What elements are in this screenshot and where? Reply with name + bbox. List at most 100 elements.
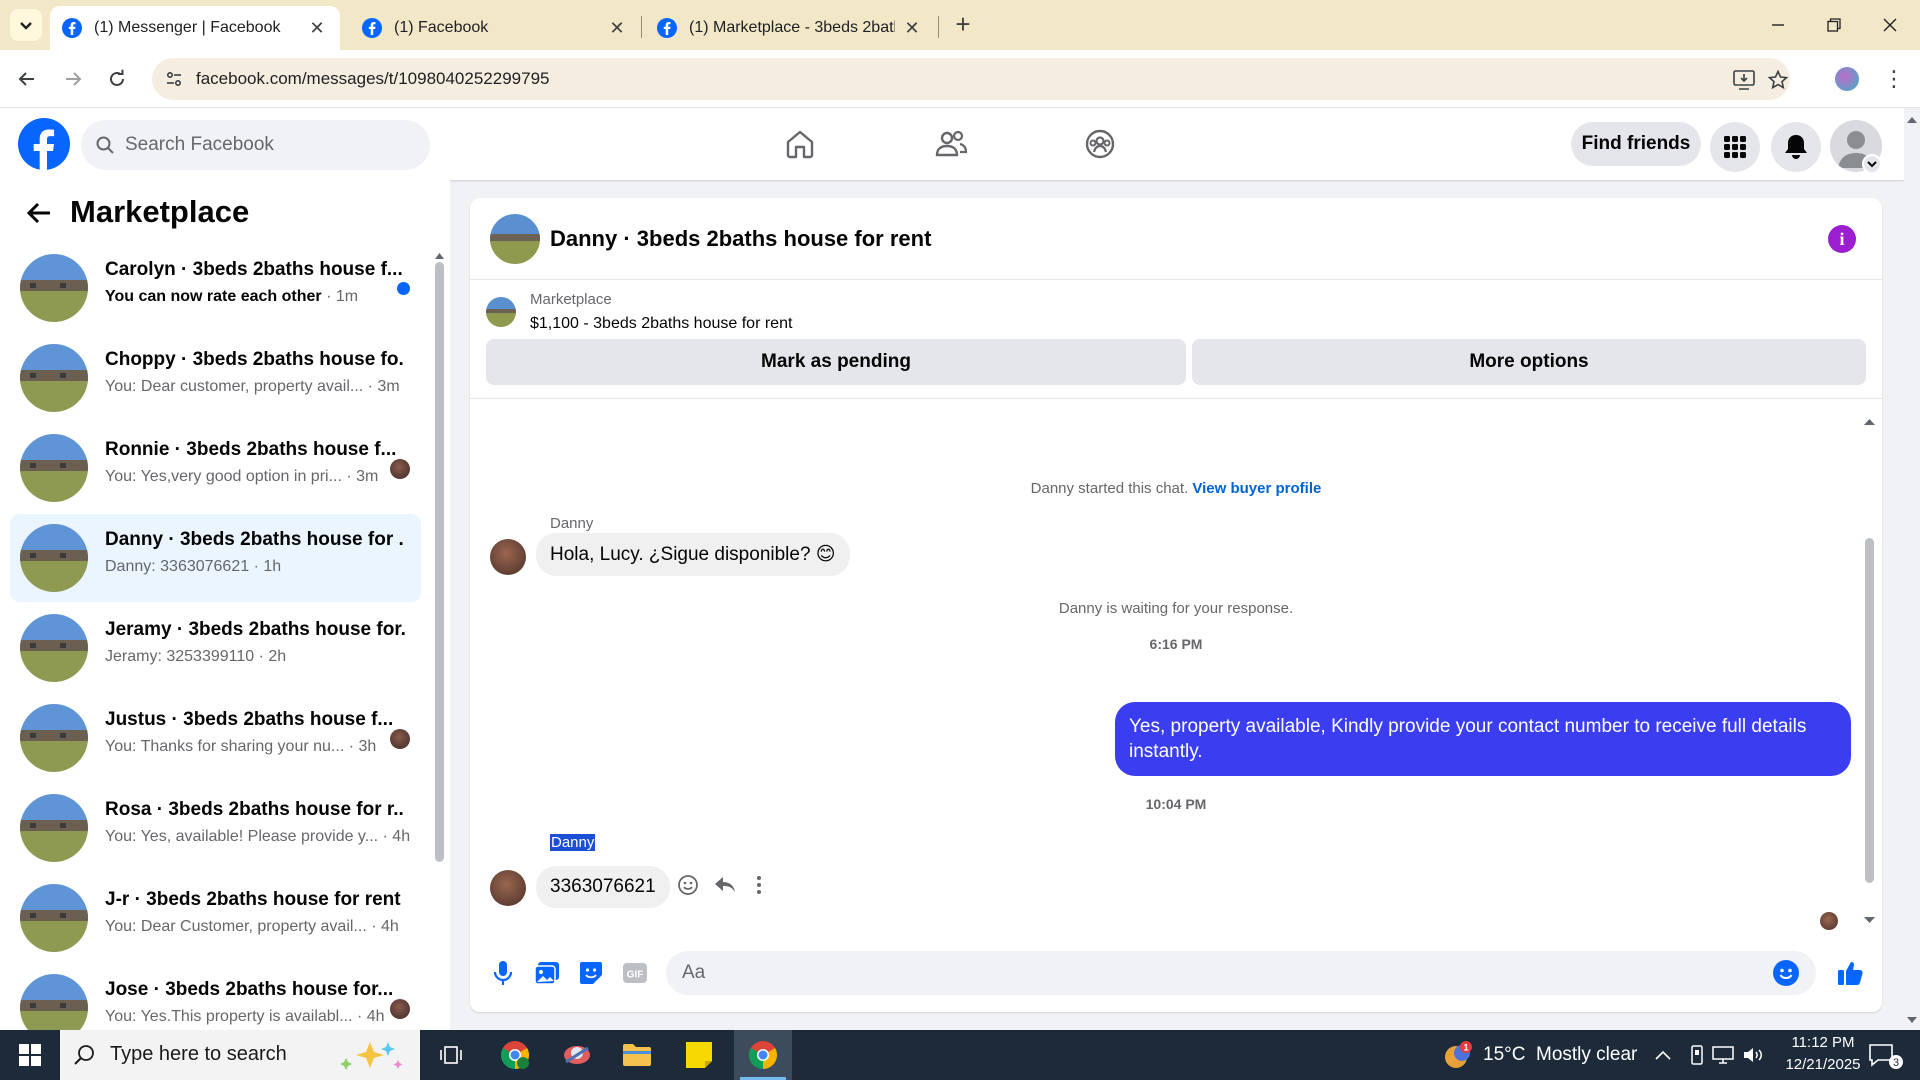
incoming-message[interactable]: 3363076621 (536, 866, 670, 908)
conversation-row[interactable]: Justus · 3beds 2baths house f... You: Tha… (10, 694, 421, 782)
conversation-row[interactable]: Danny · 3beds 2baths house for ... Danny:… (10, 514, 421, 602)
more-options-button[interactable]: More options (1192, 339, 1866, 385)
back-button[interactable] (12, 64, 42, 94)
bookmark-star-icon[interactable] (1766, 68, 1790, 92)
facebook-search[interactable] (81, 120, 430, 170)
scrollbar-thumb[interactable] (435, 262, 444, 862)
page-scrollbar[interactable] (1904, 108, 1920, 1030)
gif-icon[interactable]: GIF (620, 958, 650, 988)
taskbar-file-explorer[interactable] (608, 1030, 666, 1080)
reply-icon[interactable] (712, 872, 738, 898)
conversation-row[interactable]: Jeramy · 3beds 2baths house for... Jeramy… (10, 604, 421, 692)
site-settings-icon[interactable] (164, 69, 184, 89)
weather-icon[interactable]: 1 (1442, 1039, 1474, 1071)
install-app-icon[interactable] (1732, 68, 1756, 92)
nav-groups[interactable] (1078, 122, 1122, 166)
chat-title[interactable]: Danny · 3beds 2baths house for rent (550, 226, 931, 252)
conversation-row[interactable]: Choppy · 3beds 2baths house fo... You: De… (10, 334, 421, 422)
arrow-left-icon[interactable] (24, 198, 54, 228)
restore-icon (1827, 18, 1841, 32)
voice-clip-icon[interactable] (488, 958, 518, 988)
taskbar-search[interactable]: Type here to search (60, 1030, 420, 1080)
new-tab-button[interactable]: + (950, 11, 976, 38)
clock-date[interactable]: 12/21/2025 (1773, 1056, 1873, 1073)
weather-text[interactable]: 15°C Mostly clear (1483, 1044, 1637, 1066)
message-input-wrap[interactable] (666, 951, 1816, 995)
address-bar[interactable]: facebook.com/messages/t/1098040252299795 (152, 58, 1790, 100)
listing-thumbnail[interactable] (490, 214, 540, 264)
network-icon[interactable] (1712, 1044, 1734, 1066)
chrome-menu-icon[interactable]: ⋮ (1883, 66, 1905, 92)
chevron-down-icon (1867, 161, 1877, 168)
more-actions-icon[interactable] (746, 872, 772, 898)
react-icon[interactable] (675, 872, 701, 898)
reload-button[interactable] (102, 64, 132, 94)
message-input[interactable] (682, 951, 1762, 995)
forward-button[interactable] (58, 64, 88, 94)
menu-button[interactable] (1710, 122, 1760, 172)
thumbs-up-icon[interactable] (1836, 958, 1866, 988)
preview-time: · 4h (378, 828, 411, 845)
search-icon (96, 136, 114, 154)
close-icon[interactable]: ✕ (903, 18, 921, 38)
marketplace-label: Marketplace (530, 291, 612, 308)
sender-avatar[interactable] (490, 870, 526, 906)
scroll-down-icon[interactable] (1864, 916, 1875, 924)
minimize-button[interactable] (1750, 0, 1806, 50)
left-scrollbar[interactable] (435, 253, 444, 1030)
scroll-down-icon[interactable] (1907, 1016, 1917, 1024)
scroll-up-icon[interactable] (1907, 116, 1917, 124)
notification-center[interactable]: 3 (1868, 1042, 1908, 1070)
scroll-up-icon[interactable] (1864, 418, 1875, 426)
sender-avatar[interactable] (490, 539, 526, 575)
emoji-icon[interactable] (1773, 960, 1799, 986)
outgoing-message[interactable]: Yes, property available, Kindly provide … (1115, 702, 1851, 776)
arrow-right-icon (66, 72, 82, 86)
listing-title[interactable]: $1,100 - 3beds 2baths house for rent (530, 315, 792, 333)
find-friends-button[interactable]: Find friends (1571, 122, 1701, 166)
conversation-preview: You: Dear customer, property avail... · … (105, 378, 405, 396)
nav-home[interactable] (778, 122, 822, 166)
view-buyer-profile-link[interactable]: View buyer profile (1192, 480, 1321, 497)
sticky-note-icon (686, 1042, 712, 1068)
close-icon[interactable]: ✕ (308, 18, 326, 38)
account-menu-caret[interactable] (1862, 154, 1882, 174)
conversation-row[interactable]: Rosa · 3beds 2baths house for r... You: Y… (10, 784, 421, 872)
chat-scrollbar[interactable] (1862, 418, 1876, 938)
start-button[interactable] (0, 1030, 60, 1080)
tab-marketplace[interactable]: (1) Marketplace - 3beds 2baths ✕ (645, 6, 935, 50)
tab-facebook[interactable]: (1) Facebook ✕ (350, 6, 640, 50)
chrome-profile-avatar[interactable] (1835, 67, 1859, 91)
volume-icon[interactable] (1743, 1044, 1765, 1066)
taskbar-app-2[interactable] (548, 1030, 606, 1080)
conversation-name: Justus · 3beds 2baths house f... (105, 709, 394, 730)
restore-button[interactable] (1806, 0, 1862, 50)
search-input[interactable] (125, 120, 415, 170)
conversation-row[interactable]: Carolyn · 3beds 2baths house f... You can… (10, 244, 421, 332)
sticker-icon[interactable] (576, 958, 606, 988)
incoming-message[interactable]: Hola, Lucy. ¿Sigue disponible? 😊 (536, 533, 850, 576)
nav-friends[interactable] (929, 122, 973, 166)
task-view-button[interactable] (422, 1030, 480, 1080)
taskbar-sticky-notes[interactable] (670, 1030, 728, 1080)
scroll-up-icon[interactable] (435, 252, 444, 260)
device-icon[interactable] (1686, 1044, 1708, 1066)
photo-icon[interactable] (532, 958, 562, 988)
facebook-logo-icon[interactable] (18, 118, 70, 170)
chevron-up-icon[interactable] (1652, 1044, 1674, 1066)
scrollbar-thumb[interactable] (1865, 538, 1874, 883)
tab-search-button[interactable] (10, 9, 42, 41)
clock-time[interactable]: 11:12 PM (1783, 1034, 1863, 1051)
close-window-button[interactable] (1862, 0, 1918, 50)
notifications-button[interactable] (1771, 122, 1821, 172)
taskbar-chrome-app[interactable] (486, 1030, 544, 1080)
info-icon[interactable]: i (1828, 225, 1856, 253)
tab-messenger[interactable]: (1) Messenger | Facebook ✕ (50, 6, 340, 50)
conversation-row[interactable]: Ronnie · 3beds 2baths house f... You: Yes… (10, 424, 421, 512)
close-icon[interactable]: ✕ (608, 18, 626, 38)
listing-thumbnail[interactable] (486, 297, 516, 327)
conversation-row[interactable]: Jose · 3beds 2baths house for... You: Yes… (10, 964, 421, 1030)
mark-as-pending-button[interactable]: Mark as pending (486, 339, 1186, 385)
taskbar-chrome-active[interactable] (734, 1030, 792, 1080)
conversation-row[interactable]: J-r · 3beds 2baths house for rent You: De… (10, 874, 421, 962)
